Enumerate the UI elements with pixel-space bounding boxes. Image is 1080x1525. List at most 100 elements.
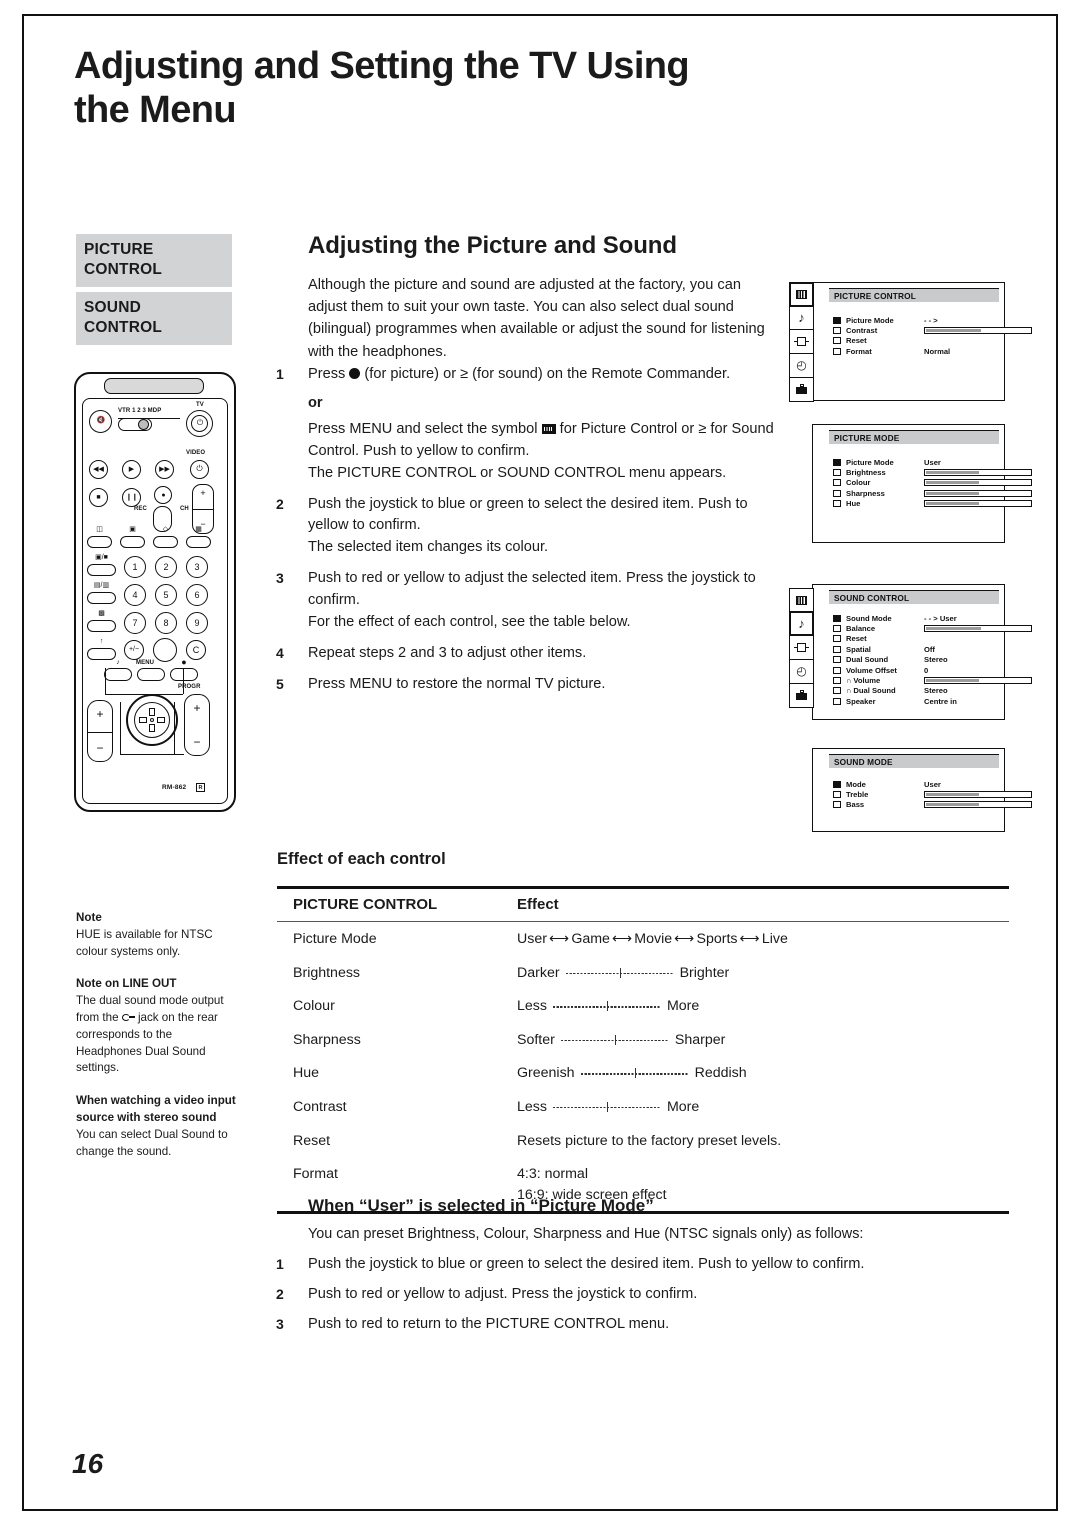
osd-tab-picture-2[interactable] xyxy=(789,587,814,613)
remote-joystick-center xyxy=(150,718,154,722)
range-right-label: Reddish xyxy=(694,1065,747,1082)
osd-checkbox-selected xyxy=(833,614,841,622)
toolbox-icon xyxy=(796,690,807,701)
osd-row: Sharpness xyxy=(833,488,1032,498)
osd-checkbox xyxy=(833,697,841,705)
note-1-body: HUE is available for NTSC colour systems… xyxy=(76,927,213,958)
user-section-intro: You can preset Brightness, Colour, Sharp… xyxy=(308,1226,864,1242)
page-number: 16 xyxy=(72,1448,104,1479)
effect-row-value: Softer Sharper xyxy=(517,1030,1009,1051)
osd-row-bar xyxy=(924,500,1032,508)
step-1-alternative: Press MENU and select the symbol for Pic… xyxy=(276,419,781,485)
osd-tab-picture[interactable] xyxy=(789,281,814,307)
sidebar-tab-picture-line2: CONTROL xyxy=(84,260,163,278)
remote-menu-button xyxy=(137,668,165,681)
osd-row-label: Picture Mode xyxy=(846,457,894,467)
remote-progr-label: PROGR xyxy=(178,684,201,690)
callout-line-right xyxy=(183,668,184,694)
effect-table-heading: Effect of each control xyxy=(277,850,446,868)
osd-tab-setup-2[interactable] xyxy=(789,682,814,708)
step-2-subtext: The selected item changes its colour. xyxy=(308,539,549,556)
remote-pip-button xyxy=(87,564,116,576)
chain-item: Sports xyxy=(696,931,738,947)
step-1-number: 1 xyxy=(276,366,284,382)
remote-sound-menu-button xyxy=(104,668,132,681)
osd-row-label: Bass xyxy=(846,800,865,810)
osd-row-label: Picture Mode xyxy=(846,315,894,325)
section-title-adjusting: Adjusting the Picture and Sound xyxy=(308,232,677,259)
range-scale-icon xyxy=(552,1001,661,1012)
teletext-page-icon: ◇ xyxy=(162,526,169,533)
osd-tab-setup[interactable] xyxy=(789,376,814,402)
step-3-number: 3 xyxy=(276,570,284,587)
range-left-label: Darker xyxy=(517,964,560,981)
user-step-3-text: Push to red to return to the PICTURE CON… xyxy=(308,1315,670,1332)
osd-row-bar xyxy=(924,625,1032,633)
osd-row: ∩ Volume xyxy=(833,675,1032,685)
osd-tab-input-2[interactable] xyxy=(789,635,814,661)
osd-row-label: Mode xyxy=(846,779,866,789)
step-alternative-label: or xyxy=(308,394,323,411)
remote-key-2-label: 2 xyxy=(163,562,169,572)
osd-sound-control-title: SOUND CONTROL xyxy=(829,590,999,604)
step-5-text: Press MENU to restore the normal TV pict… xyxy=(308,675,606,692)
osd-row-value: User xyxy=(924,457,941,467)
page-title-line2: the Menu xyxy=(74,89,237,132)
osd-picture-control-title: PICTURE CONTROL xyxy=(829,288,999,302)
step-4-text: Repeat steps 2 and 3 to adjust other ite… xyxy=(308,644,587,661)
range-right-label: Sharper xyxy=(674,1031,726,1048)
osd-row-label: Reset xyxy=(846,336,867,346)
osd-tab-timer[interactable]: ◴ xyxy=(789,352,814,378)
note-3-heading: When watching a video input source with … xyxy=(76,1094,236,1124)
toolbox-icon xyxy=(796,384,807,395)
osd-picture-mode-rows: Picture Mode User Brightness Colour Shar… xyxy=(833,457,1032,509)
rewind-icon: ◀◀ xyxy=(93,466,104,473)
remote-key-7-label: 7 xyxy=(132,618,138,628)
effect-row-name: Reset xyxy=(293,1132,331,1149)
picture-dot-icon xyxy=(349,368,361,379)
osd-tab-sound-2[interactable]: ♪ xyxy=(789,611,814,637)
osd-row: Volume Offset 0 xyxy=(833,665,1032,675)
step-4-number: 4 xyxy=(276,644,284,661)
osd-row-label: Balance xyxy=(846,624,876,634)
left-right-arrow-icon: ⟷ xyxy=(739,931,760,947)
range-right-label: More xyxy=(666,998,700,1015)
note-3-body: You can select Dual Sound to change the … xyxy=(76,1127,228,1158)
remote-joystick-left xyxy=(139,717,147,723)
headphone-icon: ∩ xyxy=(846,686,852,696)
step-1: 1 Press (for picture) or ≥ (for sound) o… xyxy=(276,364,781,386)
range-right-label: More xyxy=(666,1098,700,1115)
step-1-text-a: Press xyxy=(308,366,350,382)
procedure-steps-list: 1 Press (for picture) or ≥ (for sound) o… xyxy=(276,364,781,705)
step-5-number: 5 xyxy=(276,675,284,692)
remote-freeze-button xyxy=(87,620,116,632)
stop-icon: ■ xyxy=(96,494,101,501)
remote-picture-menu-button xyxy=(170,668,198,681)
osd-tab-strip-top: ♪ ◴ xyxy=(789,281,814,402)
music-note-icon-remote: ♪ xyxy=(116,659,120,666)
osd-sound-mode-title: SOUND MODE xyxy=(829,754,999,768)
chain-item: Live xyxy=(761,931,788,947)
osd-checkbox xyxy=(833,337,841,345)
osd-row-bar xyxy=(924,791,1032,799)
osd-checkbox xyxy=(833,656,841,664)
effect-row-name: Contrast xyxy=(293,1098,347,1115)
osd-tab-timer-2[interactable]: ◴ xyxy=(789,658,814,684)
page-title-line1: Adjusting and Setting the TV Using xyxy=(74,45,690,87)
remote-joystick-right xyxy=(157,717,165,723)
osd-row-value: User xyxy=(924,779,941,789)
osd-row: Speaker Centre in xyxy=(833,696,1032,706)
note-2-heading: Note on LINE OUT xyxy=(76,977,177,991)
remote-video-label: VIDEO xyxy=(186,450,206,456)
osd-row-label: Colour xyxy=(846,478,871,488)
osd-tab-input[interactable] xyxy=(789,329,814,355)
range-left-label: Less xyxy=(517,998,547,1015)
step-1-text-b: (for picture) or ≥ (for sound) on the Re… xyxy=(360,366,731,382)
effect-row-name: Colour xyxy=(293,998,335,1015)
table-row: Colour Less More xyxy=(277,989,1009,1023)
osd-tab-sound[interactable]: ♪ xyxy=(789,305,814,331)
table-row: Brightness Darker Brighter xyxy=(277,956,1009,990)
table-row: Picture Mode User ⟷ Game ⟷ Movie ⟷ Sports ⟷ Live xyxy=(277,922,1009,956)
osd-row-value: Stereo xyxy=(924,686,948,696)
osd-row-bar xyxy=(924,677,1032,685)
